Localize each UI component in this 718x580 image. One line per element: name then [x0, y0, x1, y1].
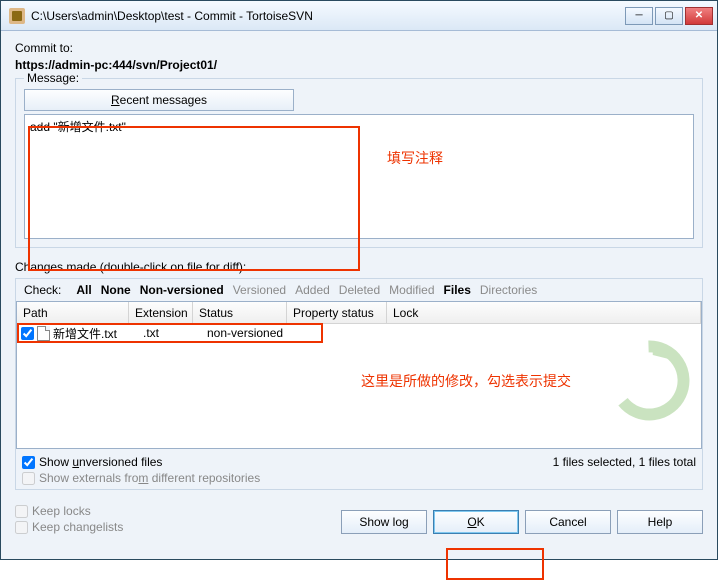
show-unversioned-checkbox[interactable]: Show unversioned files — [22, 455, 260, 469]
keep-locks-input — [15, 505, 28, 518]
filter-modified[interactable]: Modified — [386, 282, 437, 298]
annotation-text-message: 填写注释 — [387, 148, 443, 168]
message-group: Message: Recent messages add "新增文件.txt" — [15, 78, 703, 248]
col-path[interactable]: Path — [17, 302, 129, 323]
bottom-checkboxes: Keep locks Keep changelists — [15, 504, 123, 534]
cell-ext: .txt — [143, 326, 207, 340]
row-checkbox[interactable] — [21, 327, 34, 340]
col-status[interactable]: Status — [193, 302, 287, 323]
filter-files[interactable]: Files — [441, 282, 474, 298]
filter-directories[interactable]: Directories — [477, 282, 540, 298]
window-title: C:\Users\admin\Desktop\test - Commit - T… — [31, 9, 625, 23]
show-externals-input — [22, 472, 35, 485]
file-list-panel: Path Extension Status Property status Lo… — [16, 301, 702, 449]
dialog-buttons: Show log OK Cancel Help — [341, 510, 703, 534]
keep-changelists-input — [15, 521, 28, 534]
ok-button[interactable]: OK — [433, 510, 519, 534]
table-row[interactable]: 新增文件.txt .txt non-versioned — [17, 324, 701, 342]
selection-info: 1 files selected, 1 files total — [553, 455, 696, 469]
filter-none[interactable]: None — [98, 282, 134, 298]
content-area: Commit to: https://admin-pc:444/svn/Proj… — [1, 31, 717, 559]
show-externals-checkbox: Show externals from different repositori… — [22, 471, 260, 485]
filter-row: Check: All None Non-versioned Versioned … — [16, 279, 702, 301]
filter-all[interactable]: All — [73, 282, 94, 298]
show-log-button[interactable]: Show log — [341, 510, 427, 534]
filter-versioned[interactable]: Versioned — [230, 282, 289, 298]
recent-messages-button[interactable]: Recent messages — [24, 89, 294, 111]
commit-dialog: C:\Users\admin\Desktop\test - Commit - T… — [0, 0, 718, 560]
col-lock[interactable]: Lock — [387, 302, 701, 323]
commit-to-label: Commit to: — [15, 41, 703, 55]
option-checkboxes: Show unversioned files Show externals fr… — [22, 455, 260, 485]
annotation-box-ok — [446, 548, 544, 580]
status-row: Show unversioned files Show externals fr… — [16, 452, 702, 489]
titlebar[interactable]: C:\Users\admin\Desktop\test - Commit - T… — [1, 1, 717, 31]
tortoisesvn-icon — [9, 8, 25, 24]
annotation-text-files: 这里是所做的修改，勾选表示提交 — [361, 371, 571, 391]
changes-group: Check: All None Non-versioned Versioned … — [15, 278, 703, 490]
filter-nonversioned[interactable]: Non-versioned — [137, 282, 227, 298]
col-extension[interactable]: Extension — [129, 302, 193, 323]
filter-added[interactable]: Added — [292, 282, 333, 298]
bottom-row: Keep locks Keep changelists Show log OK … — [15, 504, 703, 534]
show-unversioned-input[interactable] — [22, 456, 35, 469]
help-button[interactable]: Help — [617, 510, 703, 534]
cell-status: non-versioned — [207, 326, 301, 340]
keep-changelists-checkbox: Keep changelists — [15, 520, 123, 534]
svn-watermark-icon — [606, 338, 691, 423]
commit-message-input[interactable]: add "新增文件.txt" — [24, 114, 694, 239]
maximize-button[interactable]: ▢ — [655, 7, 683, 25]
changes-made-label: Changes made (double-click on file for d… — [15, 260, 703, 274]
file-icon — [37, 326, 50, 341]
window-controls: ─ ▢ ✕ — [625, 7, 713, 25]
col-property-status[interactable]: Property status — [287, 302, 387, 323]
cancel-button[interactable]: Cancel — [525, 510, 611, 534]
cell-name: 新增文件.txt — [53, 325, 143, 342]
keep-locks-checkbox: Keep locks — [15, 504, 123, 518]
message-group-title: Message: — [24, 71, 82, 85]
commit-url: https://admin-pc:444/svn/Project01/ — [15, 58, 703, 72]
close-button[interactable]: ✕ — [685, 7, 713, 25]
filter-deleted[interactable]: Deleted — [336, 282, 383, 298]
minimize-button[interactable]: ─ — [625, 7, 653, 25]
table-header: Path Extension Status Property status Lo… — [17, 302, 701, 324]
check-label: Check: — [21, 282, 64, 298]
